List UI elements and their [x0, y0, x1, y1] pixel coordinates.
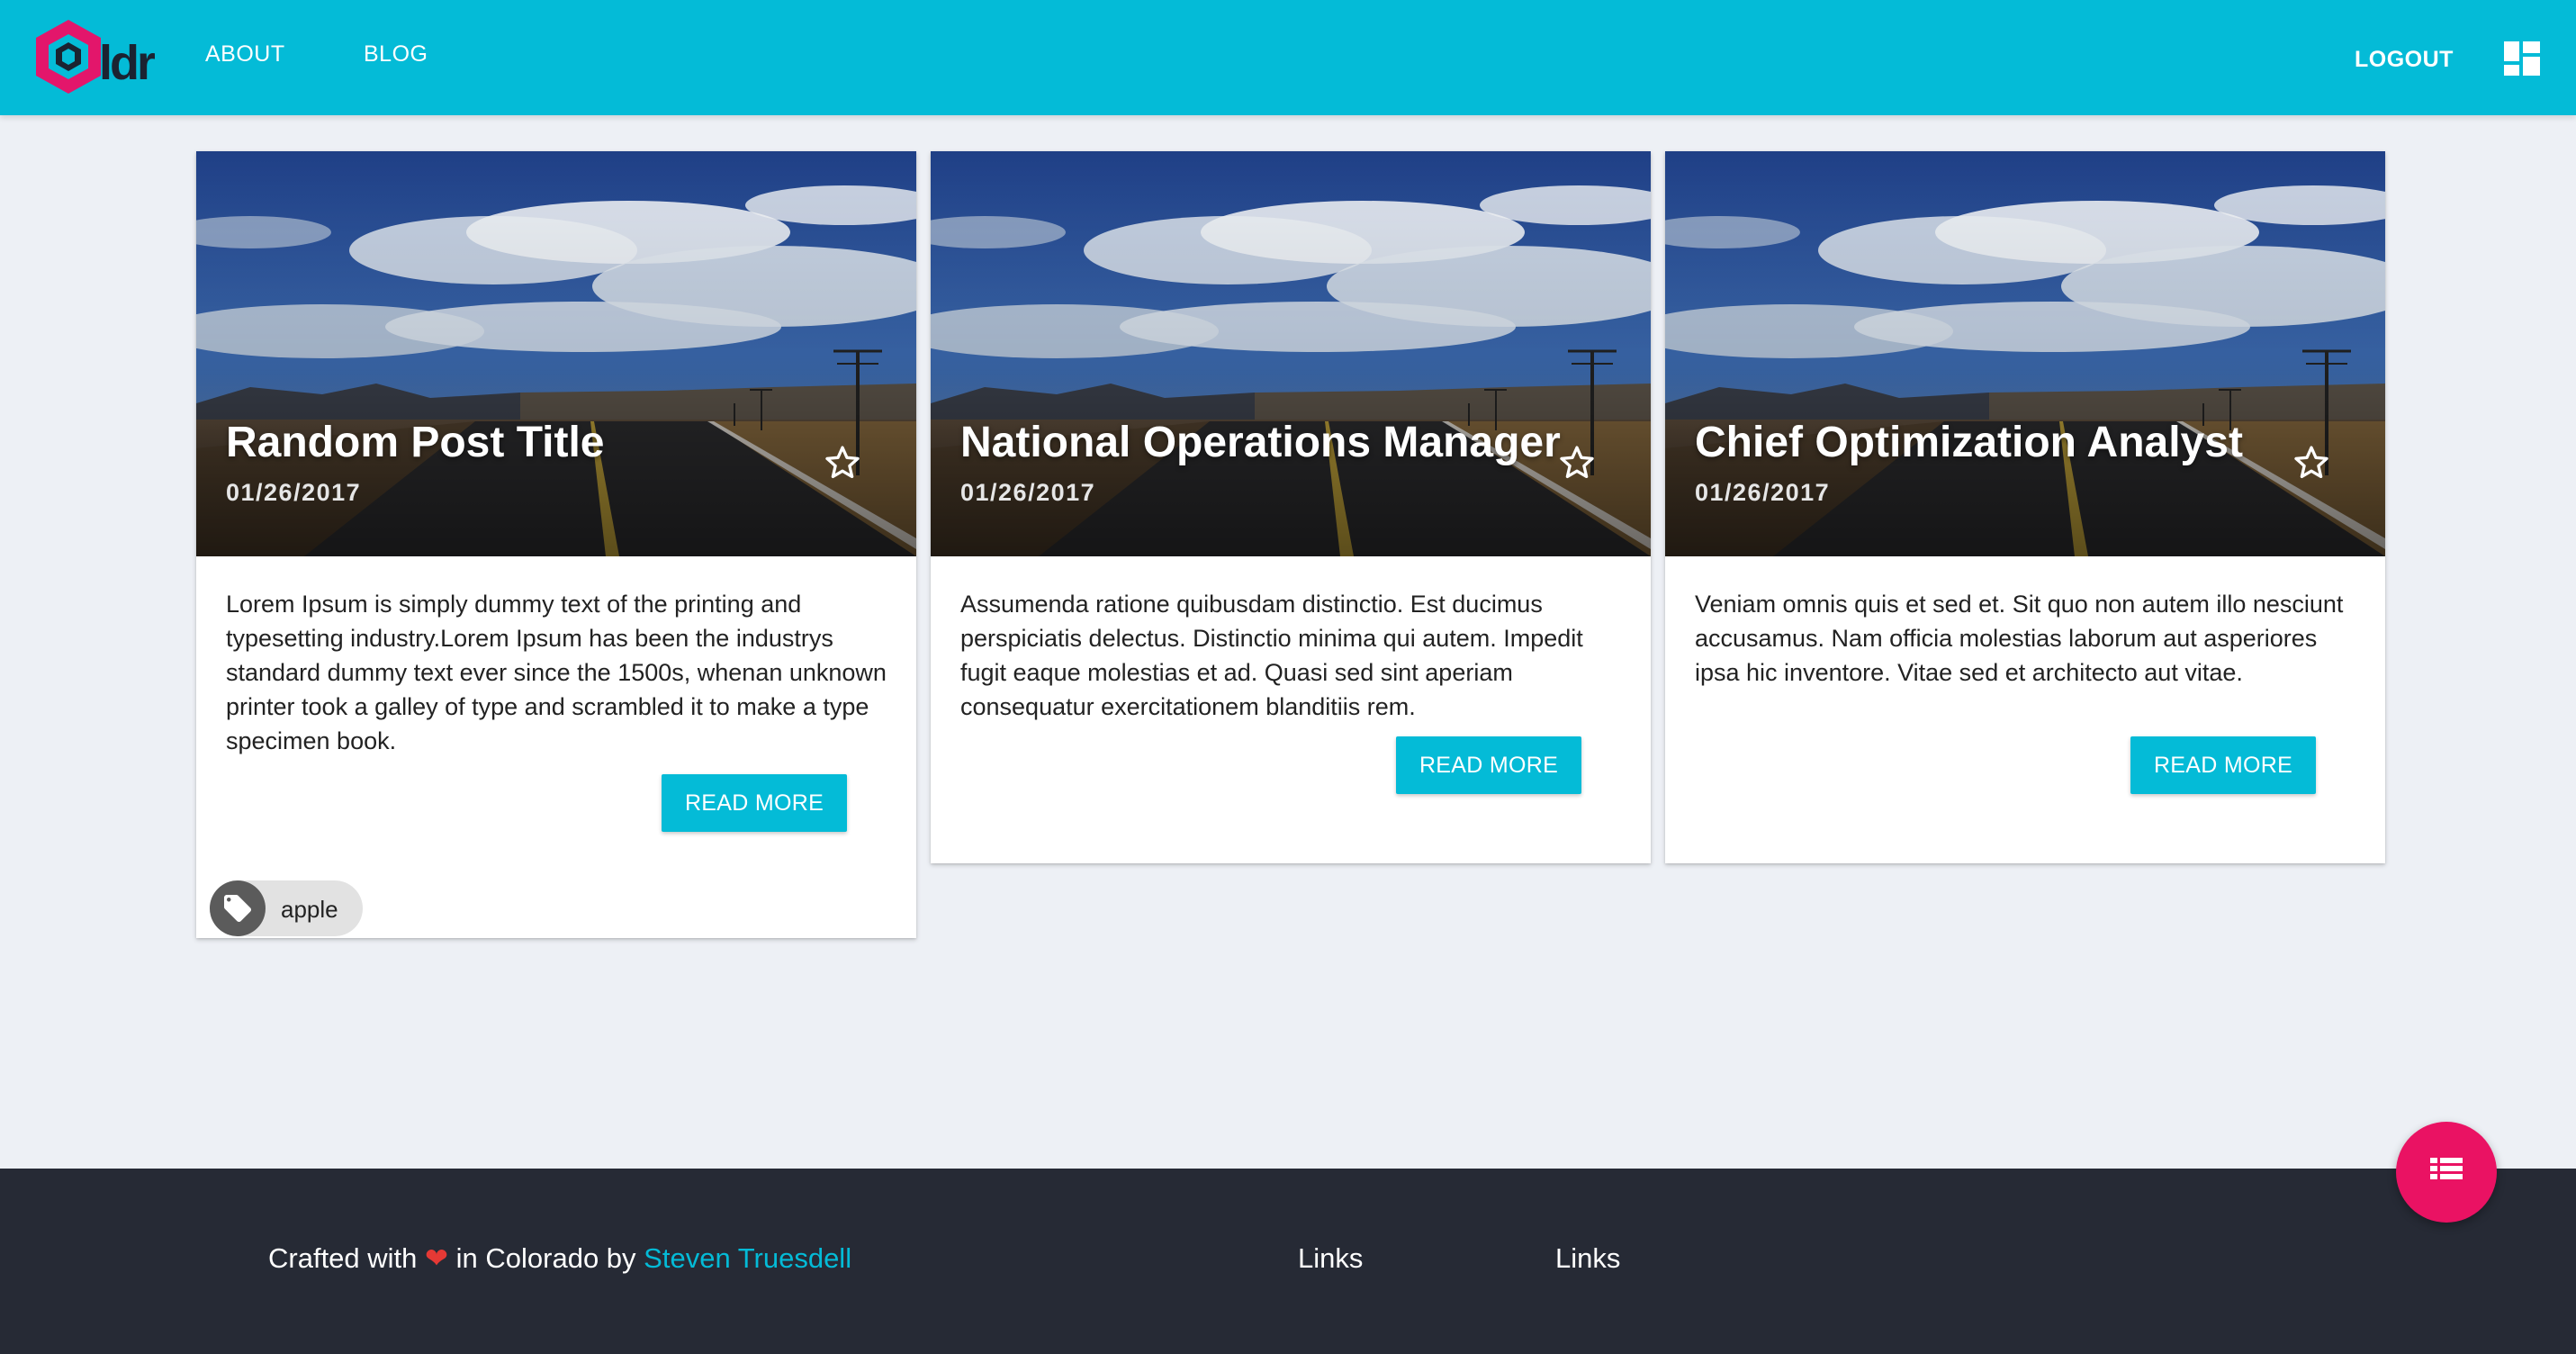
logout-button[interactable]: LOGOUT	[2355, 47, 2454, 73]
card-excerpt: Veniam omnis quis et sed et. Sit quo non…	[1695, 591, 2344, 686]
post-card: National Operations Manager 01/26/2017 A…	[931, 151, 1651, 863]
card-date: 01/26/2017	[960, 479, 1096, 506]
star-outline-icon[interactable]	[823, 443, 862, 483]
card-excerpt: Lorem Ipsum is simply dummy text of the …	[226, 591, 887, 754]
star-outline-icon[interactable]	[2292, 443, 2331, 483]
card-excerpt: Assumenda ratione quibusdam distinctio. …	[960, 591, 1583, 720]
nav-about[interactable]: ABOUT	[205, 41, 285, 68]
card-media: Random Post Title 01/26/2017	[196, 151, 916, 556]
author-link[interactable]: Steven Truesdell	[644, 1242, 851, 1274]
card-title[interactable]: Random Post Title	[226, 418, 605, 467]
read-more-button[interactable]: READ MORE	[2130, 736, 2316, 794]
card-date: 01/26/2017	[226, 479, 362, 506]
bldr-logo[interactable]: ldr	[27, 16, 155, 99]
read-more-button[interactable]: READ MORE	[1396, 736, 1581, 794]
post-card: Random Post Title 01/26/2017 Lorem Ipsum…	[196, 151, 916, 938]
nav-blog[interactable]: BLOG	[364, 41, 428, 68]
site-footer: Crafted with ❤ in Colorado by Steven Tru…	[0, 1169, 2576, 1354]
list-icon	[2430, 1158, 2463, 1179]
heart-icon: ❤	[425, 1242, 449, 1274]
star-outline-icon[interactable]	[1557, 443, 1597, 483]
tag-chip[interactable]: apple	[210, 880, 363, 936]
read-more-button[interactable]: READ MORE	[662, 774, 847, 832]
credit-prefix: Crafted with	[268, 1242, 418, 1274]
card-tags: apple	[196, 832, 916, 938]
card-title[interactable]: Chief Optimization Analyst	[1695, 418, 2243, 467]
dashboard-icon[interactable]	[2504, 41, 2540, 76]
footer-links-1[interactable]: Links	[1298, 1242, 1363, 1275]
card-date: 01/26/2017	[1695, 479, 1831, 506]
fab-list-button[interactable]	[2396, 1122, 2497, 1223]
tag-label: apple	[281, 896, 338, 923]
card-title[interactable]: National Operations Manager	[960, 418, 1561, 467]
credit-middle: in Colorado by	[455, 1242, 636, 1274]
post-card: Chief Optimization Analyst 01/26/2017 Ve…	[1665, 151, 2385, 863]
card-media: National Operations Manager 01/26/2017	[931, 151, 1651, 556]
svg-text:ldr: ldr	[99, 36, 155, 90]
card-media: Chief Optimization Analyst 01/26/2017	[1665, 151, 2385, 556]
footer-credit: Crafted with ❤ in Colorado by Steven Tru…	[268, 1242, 851, 1275]
tag-icon	[210, 880, 266, 936]
footer-links-2[interactable]: Links	[1555, 1242, 1620, 1275]
top-app-bar: ldr ABOUT BLOG LOGOUT	[0, 0, 2576, 115]
